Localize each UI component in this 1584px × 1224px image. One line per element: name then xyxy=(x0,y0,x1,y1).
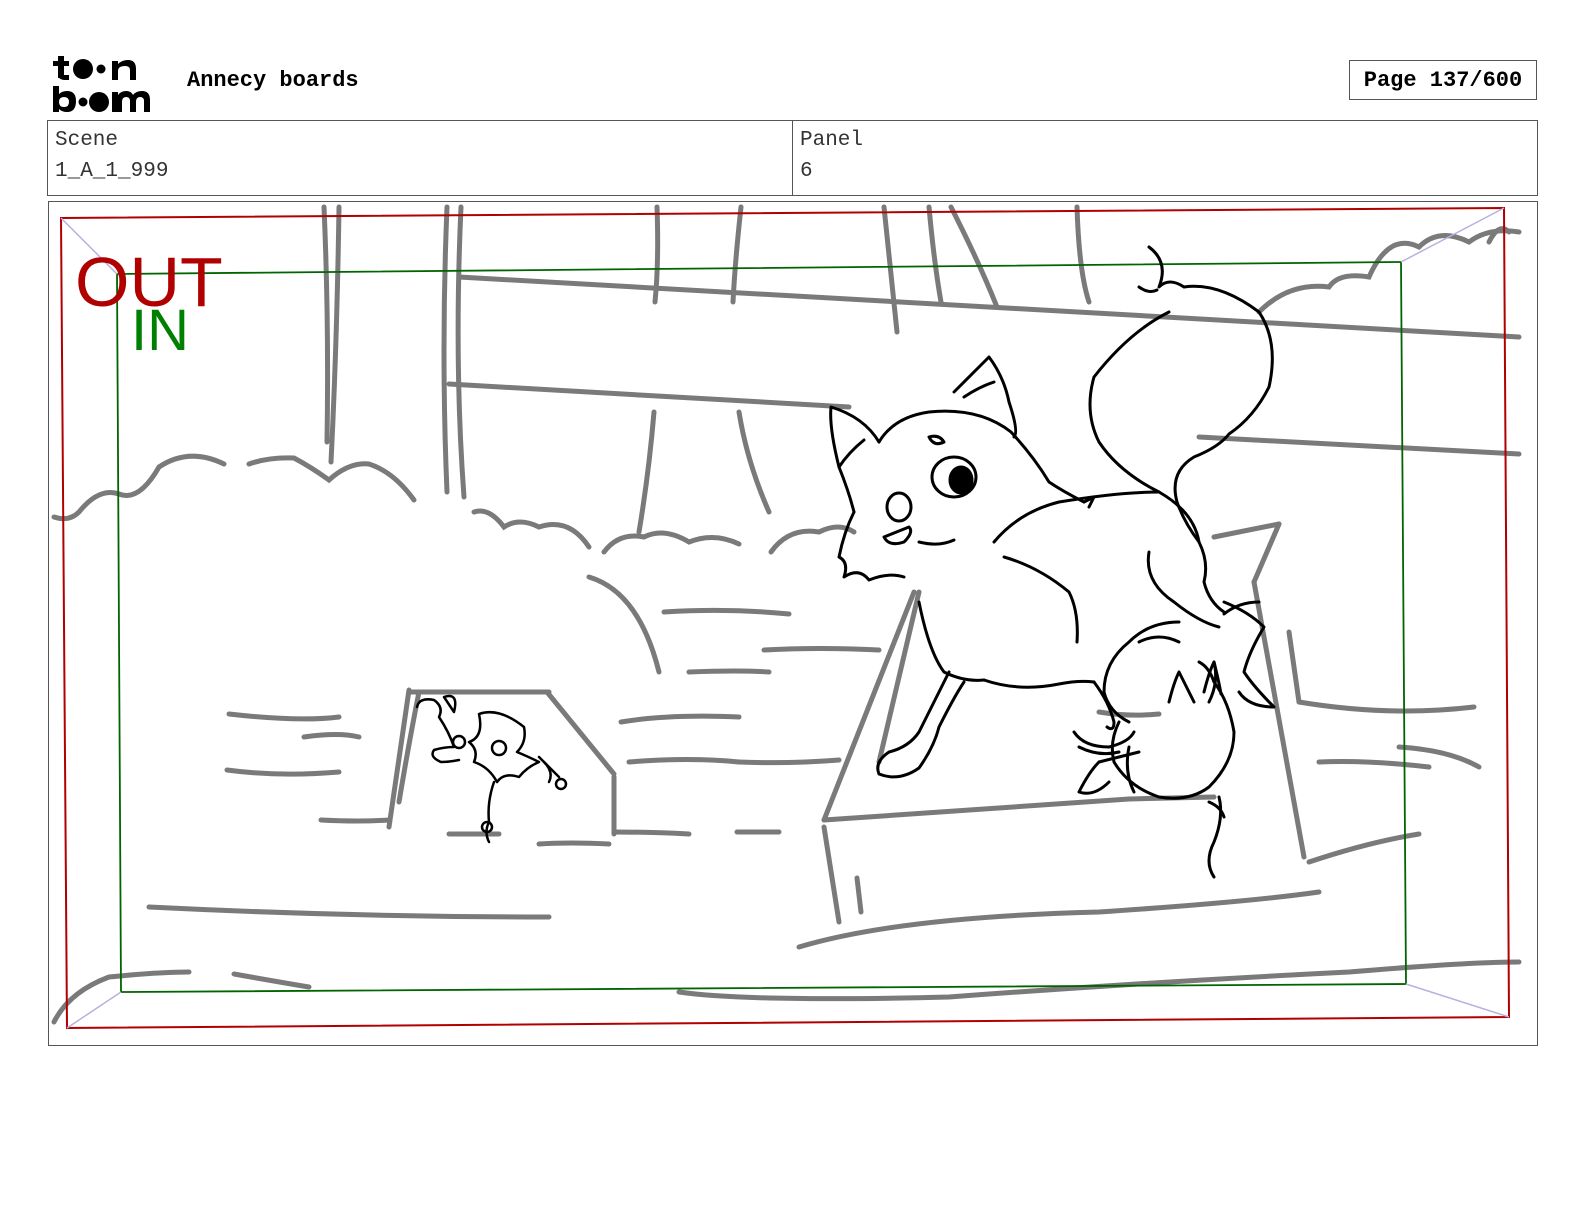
scene-value: 1_A_1_999 xyxy=(55,160,169,183)
panel-value: 6 xyxy=(800,160,813,183)
scene-panel-info: Scene 1_A_1_999 Panel 6 xyxy=(47,120,1538,196)
fox-character-sketch xyxy=(829,245,1276,879)
storyboard-sketch: OUT IN xyxy=(51,204,1522,1030)
scene-label: Scene xyxy=(55,129,119,152)
out-frame-border xyxy=(59,206,1511,1030)
storyboard-panel-frame: OUT IN xyxy=(48,201,1538,1046)
document-title: Annecy boards xyxy=(187,68,359,93)
panel-cell: Panel 6 xyxy=(792,121,1537,195)
flower-sketch xyxy=(415,694,568,844)
scene-cell: Scene 1_A_1_999 xyxy=(48,121,792,195)
page-indicator: Page 137/600 xyxy=(1349,60,1537,100)
in-label: IN xyxy=(131,298,189,363)
toon-boom-logo xyxy=(53,56,150,112)
in-frame-border xyxy=(116,261,1407,993)
panel-label: Panel xyxy=(800,129,864,152)
